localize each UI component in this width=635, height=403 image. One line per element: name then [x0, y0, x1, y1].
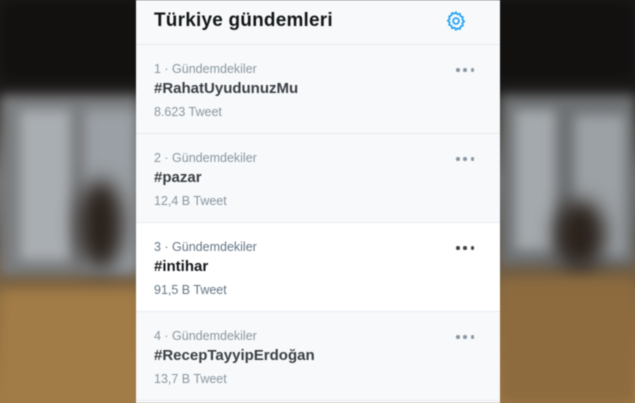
trend-meta: 2 · Gündemdekiler [154, 151, 257, 165]
trend-meta: 4 · Gündemdekiler [154, 329, 257, 343]
trend-item-1[interactable]: 1 · Gündemdekiler #RahatUyudunuzMu 8.623… [136, 45, 500, 134]
more-dots-icon[interactable] [454, 152, 476, 166]
trend-item-3[interactable]: 3 · Gündemdekiler #intihar 91,5 B Tweet [136, 223, 500, 312]
trend-tweet-count: 13,7 B Tweet [154, 372, 227, 386]
more-dots-icon[interactable] [454, 330, 476, 344]
trends-header: Türkiye gündemleri [136, 0, 500, 45]
trend-item-2[interactable]: 2 · Gündemdekiler #pazar 12,4 B Tweet [136, 134, 500, 223]
trend-meta: 3 · Gündemdekiler [154, 240, 257, 254]
trend-tweet-count: 8.623 Tweet [154, 105, 222, 119]
more-dots-icon[interactable] [454, 241, 476, 255]
trends-panel: Türkiye gündemleri 1 · Gündemdekiler #Ra… [136, 0, 500, 403]
trend-hashtag: #intihar [154, 258, 209, 275]
trend-hashtag: #pazar [154, 169, 202, 186]
panel-title: Türkiye gündemleri [154, 10, 333, 31]
trend-hashtag: #RahatUyudunuzMu [154, 80, 299, 97]
more-dots-icon[interactable] [454, 63, 476, 77]
trend-tweet-count: 91,5 B Tweet [154, 283, 227, 297]
gear-icon[interactable] [445, 10, 467, 32]
trend-item-4[interactable]: 4 · Gündemdekiler #RecepTayyipErdoğan 13… [136, 312, 500, 401]
trend-hashtag: #RecepTayyipErdoğan [154, 347, 315, 364]
trend-meta: 1 · Gündemdekiler [154, 62, 257, 76]
trend-tweet-count: 12,4 B Tweet [154, 194, 227, 208]
